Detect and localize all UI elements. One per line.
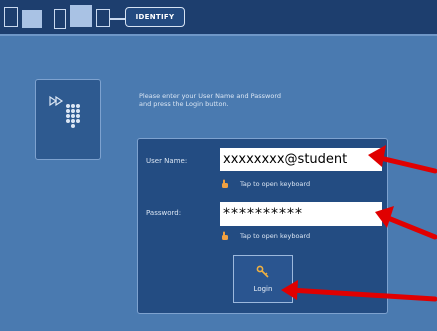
keypad-icon-panel	[35, 79, 101, 160]
username-field[interactable]: xxxxxxxx@student	[220, 148, 382, 171]
keypad-icon	[49, 95, 80, 128]
decor-line	[110, 18, 126, 20]
password-keyboard-hint[interactable]: Tap to open keyboard	[220, 231, 310, 241]
username-label: User Name:	[146, 157, 188, 165]
keyboard-hint-text: Tap to open keyboard	[240, 232, 311, 240]
username-keyboard-hint[interactable]: Tap to open keyboard	[220, 179, 310, 189]
password-label: Password:	[146, 209, 182, 217]
instruction-line: Please enter your User Name and Password	[139, 92, 282, 100]
keyboard-hint-text: Tap to open keyboard	[240, 180, 311, 188]
decor-square	[54, 9, 66, 29]
pointing-hand-icon	[222, 179, 228, 188]
tab-identify[interactable]: IDENTIFY	[125, 7, 185, 27]
identify-screen: IDENTIFY Please enter your User Name and…	[0, 0, 437, 331]
decor-square	[70, 5, 92, 27]
instruction-line: and press the Login button.	[139, 100, 229, 108]
login-button[interactable]: Login	[233, 255, 293, 303]
top-bar: IDENTIFY	[0, 0, 437, 36]
pointing-hand-icon	[222, 231, 228, 240]
password-field[interactable]: **********	[220, 202, 382, 226]
decor-square	[22, 10, 42, 28]
instruction-text: Please enter your User Name and Password…	[139, 92, 399, 108]
decor-square	[4, 7, 18, 27]
key-icon	[256, 265, 269, 278]
login-button-label: Login	[253, 285, 273, 293]
decor-square	[96, 9, 110, 27]
